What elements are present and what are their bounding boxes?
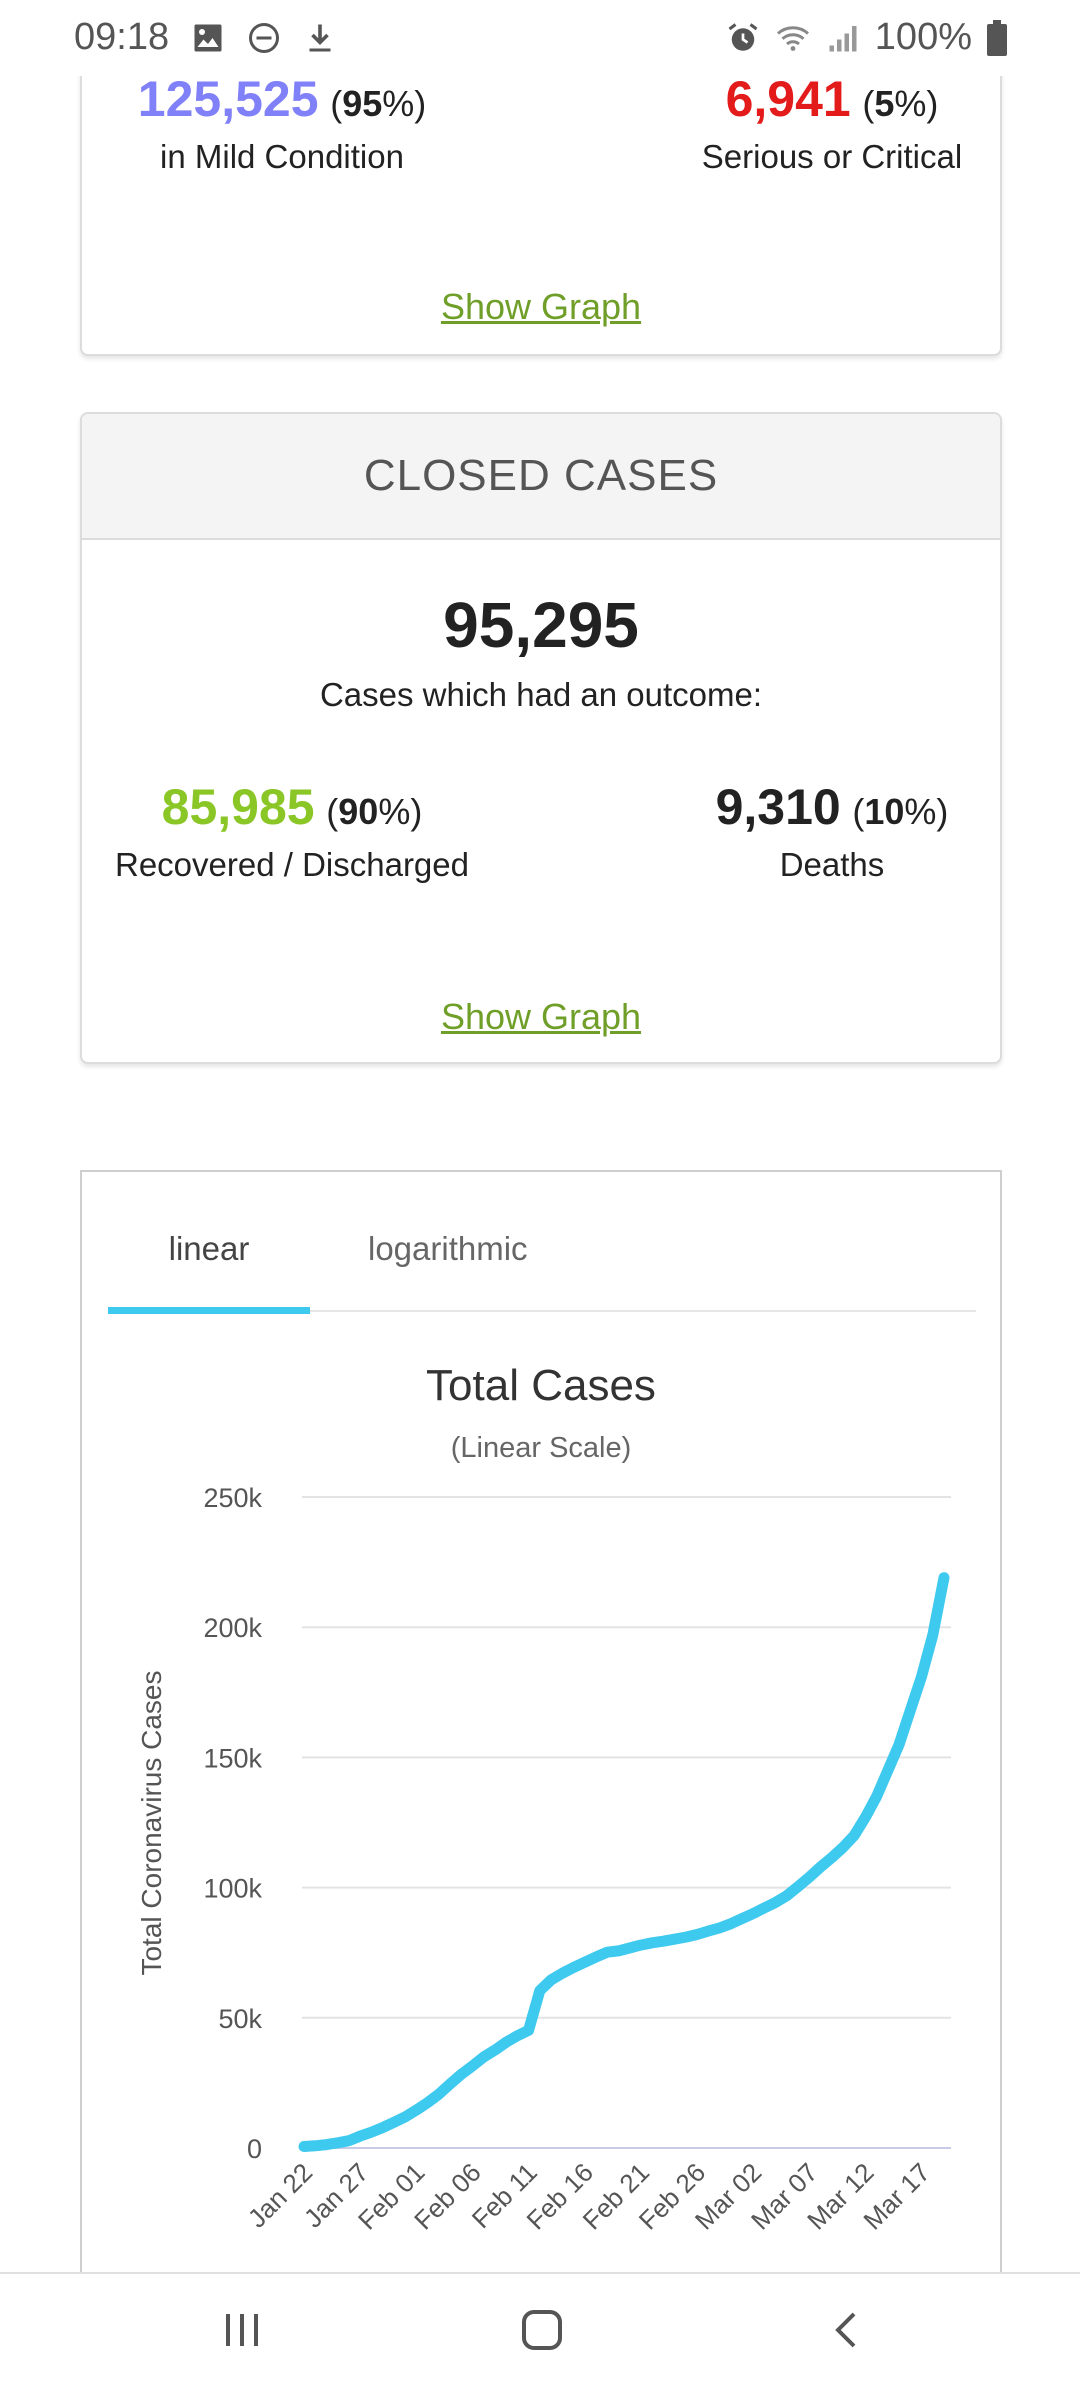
image-icon <box>194 24 222 52</box>
closed-cases-card: CLOSED CASES 95,295 Cases which had an o… <box>80 412 1002 1064</box>
back-icon[interactable] <box>826 2308 870 2352</box>
status-time: 09:18 <box>74 16 170 58</box>
active-show-graph-link[interactable]: Show Graph <box>82 286 1000 328</box>
deaths-stat: 9,310 (10%) Deaths <box>682 778 982 884</box>
serious-count: 6,941 <box>725 71 851 127</box>
chart-subtitle: (Linear Scale) <box>451 1432 632 1464</box>
battery-percent: 100% <box>874 16 972 58</box>
home-icon[interactable] <box>520 2308 564 2352</box>
serious-label: Serious or Critical <box>701 138 963 175</box>
signal-icon <box>829 25 857 51</box>
active-cases-card: 125,525 (95%) in Mild Condition 6,941 (5… <box>80 50 1002 356</box>
closed-cases-header: CLOSED CASES <box>82 414 1000 540</box>
recovered-label: Recovered / Discharged <box>114 846 469 883</box>
wifi-icon <box>776 25 809 51</box>
serious-percent: (5%) <box>862 83 939 124</box>
recovered-percent: (90%) <box>326 791 423 832</box>
total-cases-chart-card: linear logarithmic Total Cases (Linear S… <box>80 1170 1002 2280</box>
battery-icon <box>987 19 1007 56</box>
status-bar: 09:18 100% <box>0 0 1080 76</box>
do-not-disturb-icon <box>249 23 279 53</box>
recovered-stat: 85,985 (90%) Recovered / Discharged <box>102 778 482 884</box>
y-tick-label: 250k <box>203 1483 262 1513</box>
closed-cases-subtitle: Cases which had an outcome: <box>319 676 763 713</box>
y-tick-label: 150k <box>203 1743 262 1773</box>
deaths-percent: (10%) <box>852 791 949 832</box>
recent-apps-icon[interactable] <box>220 2308 264 2352</box>
closed-cases-title: CLOSED CASES <box>363 451 719 500</box>
mild-count: 125,525 <box>137 71 319 127</box>
total-cases-series-line <box>298 1572 950 2152</box>
total-cases-chart: Total Cases (Linear Scale) Total Coronav… <box>136 1361 951 2235</box>
closed-show-graph-link[interactable]: Show Graph <box>82 996 1000 1038</box>
y-tick-label: 50k <box>218 2004 262 2034</box>
navigation-bar <box>0 2272 1080 2400</box>
serious-critical-stat: 6,941 (5%) Serious or Critical <box>682 70 982 176</box>
recovered-count: 85,985 <box>161 779 315 835</box>
chart-y-axis-label: Total Coronavirus Cases <box>136 1670 167 1975</box>
closed-cases-total: 95,295 <box>443 589 639 661</box>
mild-label: in Mild Condition <box>160 138 404 175</box>
deaths-count: 9,310 <box>715 779 841 835</box>
mild-percent: (95%) <box>330 83 427 124</box>
mild-condition-stat: 125,525 (95%) in Mild Condition <box>112 70 452 176</box>
y-tick-label: 200k <box>203 1613 262 1643</box>
y-tick-label: 0 <box>247 2134 262 2164</box>
deaths-label: Deaths <box>779 846 885 883</box>
y-tick-label: 100k <box>203 1874 262 1904</box>
chart-title: Total Cases <box>426 1361 656 1410</box>
download-icon <box>309 24 331 52</box>
alarm-icon <box>728 22 758 51</box>
